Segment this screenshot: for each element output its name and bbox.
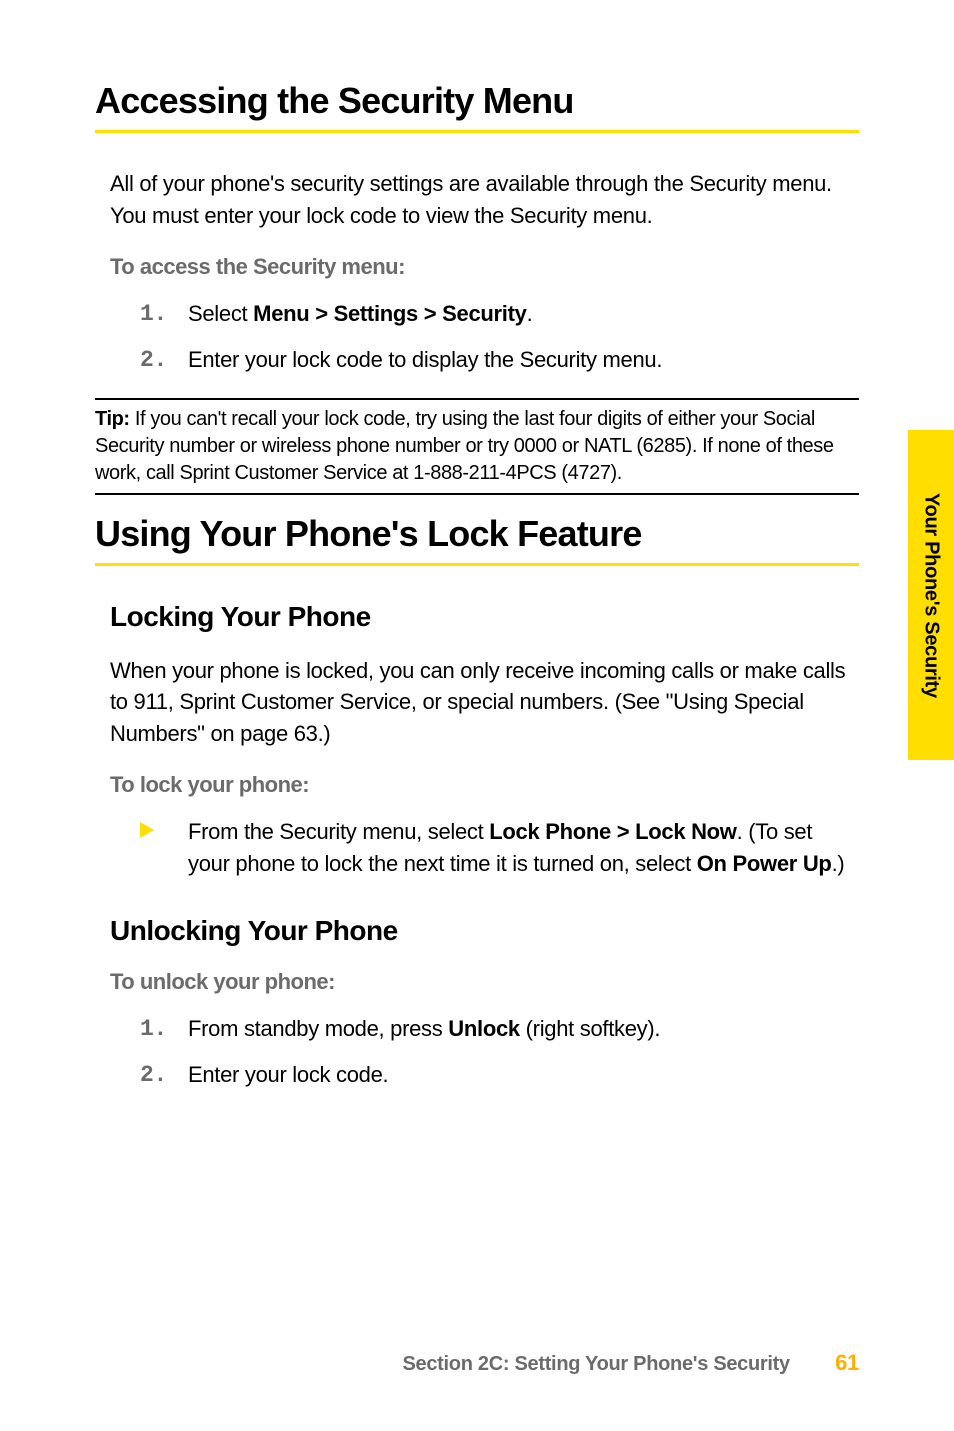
menu-path: Menu > Settings > Security bbox=[253, 301, 526, 326]
step-number: 2. bbox=[140, 344, 167, 377]
subheading-access-security: To access the Security menu: bbox=[95, 254, 859, 280]
step-text: Select Menu > Settings > Security. bbox=[188, 301, 532, 326]
softkey-label: Unlock bbox=[448, 1016, 520, 1041]
step-text: From the Security menu, select Lock Phon… bbox=[188, 819, 844, 876]
lock-description: When your phone is locked, you can only … bbox=[95, 655, 859, 751]
step-number: 1. bbox=[140, 1013, 167, 1046]
subheading-to-unlock: To unlock your phone: bbox=[95, 969, 859, 995]
access-steps-list: 1. Select Menu > Settings > Security. 2.… bbox=[95, 298, 859, 376]
subheading-locking-phone: Locking Your Phone bbox=[95, 601, 859, 633]
step-number: 2. bbox=[140, 1059, 167, 1092]
subheading-unlocking-phone: Unlocking Your Phone bbox=[95, 915, 859, 947]
menu-path: Lock Phone > Lock Now bbox=[489, 819, 736, 844]
tip-text: If you can't recall your lock code, try … bbox=[95, 408, 834, 484]
page-footer: Section 2C: Setting Your Phone's Securit… bbox=[403, 1350, 860, 1376]
list-item: 2. Enter your lock code. bbox=[140, 1059, 859, 1091]
list-item: 1. From standby mode, press Unlock (righ… bbox=[140, 1013, 859, 1045]
list-item: 1. Select Menu > Settings > Security. bbox=[140, 298, 859, 330]
section-tab: Your Phone's Security bbox=[908, 430, 954, 760]
document-page: Your Phone's Security Accessing the Secu… bbox=[0, 0, 954, 1431]
section-tab-label: Your Phone's Security bbox=[920, 493, 943, 698]
section-label: Section 2C: Setting Your Phone's Securit… bbox=[403, 1353, 790, 1375]
step-text: From standby mode, press Unlock (right s… bbox=[188, 1016, 660, 1041]
step-text: Enter your lock code to display the Secu… bbox=[188, 347, 662, 372]
heading-accessing-security: Accessing the Security Menu bbox=[95, 80, 859, 133]
menu-option: On Power Up bbox=[697, 851, 832, 876]
triangle-bullet-icon bbox=[140, 822, 154, 838]
tip-label: Tip: bbox=[95, 408, 130, 430]
step-text: Enter your lock code. bbox=[188, 1062, 388, 1087]
unlock-steps-list: 1. From standby mode, press Unlock (righ… bbox=[95, 1013, 859, 1091]
heading-lock-feature: Using Your Phone's Lock Feature bbox=[95, 513, 859, 566]
tip-callout: Tip: If you can't recall your lock code,… bbox=[95, 398, 859, 495]
subheading-to-lock: To lock your phone: bbox=[95, 772, 859, 798]
list-item: From the Security menu, select Lock Phon… bbox=[140, 816, 859, 880]
lock-steps-list: From the Security menu, select Lock Phon… bbox=[95, 816, 859, 880]
page-number: 61 bbox=[835, 1350, 859, 1375]
intro-paragraph: All of your phone's security settings ar… bbox=[95, 168, 859, 232]
list-item: 2. Enter your lock code to display the S… bbox=[140, 344, 859, 376]
step-number: 1. bbox=[140, 298, 167, 331]
